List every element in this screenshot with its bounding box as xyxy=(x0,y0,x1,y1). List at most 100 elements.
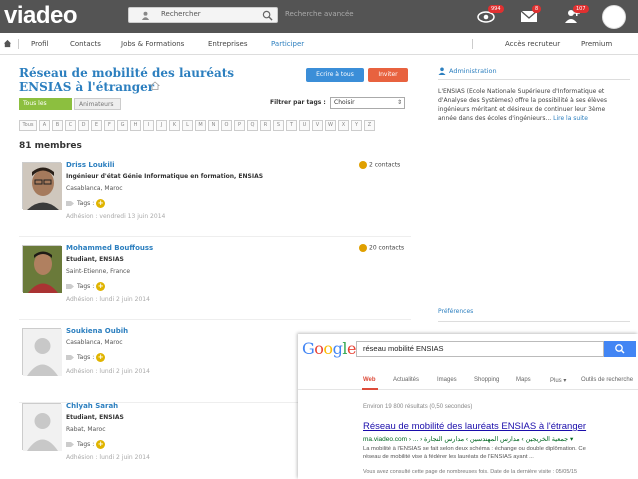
search-icon[interactable] xyxy=(262,10,273,21)
letter-filter-a[interactable]: A xyxy=(39,120,50,131)
read-more-link[interactable]: Lire la suite xyxy=(553,115,588,122)
google-tab-shopping[interactable]: Shopping xyxy=(474,377,499,383)
member-name[interactable]: Mohammed Bouffouss xyxy=(66,244,153,252)
google-search-input[interactable]: réseau mobilité ENSIAS xyxy=(356,341,604,357)
letter-filter-m[interactable]: M xyxy=(195,120,206,131)
letter-filter-t[interactable]: T xyxy=(286,120,297,131)
google-search-button[interactable] xyxy=(604,341,636,357)
letter-filter-z[interactable]: Z xyxy=(364,120,375,131)
tab-all-members[interactable]: Tous les membres xyxy=(19,98,72,119)
admin-link[interactable]: Administration xyxy=(438,67,497,75)
preferences-link[interactable]: Préférences xyxy=(438,308,473,315)
google-tab-web[interactable]: Web xyxy=(363,377,376,383)
nav-jobs[interactable]: Jobs & Formations xyxy=(121,40,184,48)
tags-label: Tags : xyxy=(77,441,95,448)
tag-filter-select[interactable]: Choisir ⇕ xyxy=(330,97,405,109)
google-result-url[interactable]: ma.viadeo.com › ... › جمعية الخريجين › م… xyxy=(363,435,573,443)
tags-label: Tags : xyxy=(77,200,95,207)
tag-filter-value: Choisir xyxy=(334,99,355,106)
letter-filter-n[interactable]: N xyxy=(208,120,219,131)
letter-filter-g[interactable]: G xyxy=(117,120,128,131)
home-icon[interactable] xyxy=(3,39,12,48)
nav-entreprises[interactable]: Entreprises xyxy=(208,40,248,48)
member-location: Casablanca, Maroc xyxy=(66,339,123,346)
search-input[interactable]: Rechercher xyxy=(161,10,201,18)
member-location: Saint-Etienne, France xyxy=(66,268,131,275)
letter-filter-i[interactable]: I xyxy=(143,120,154,131)
nav-contacts[interactable]: Contacts xyxy=(70,40,101,48)
portrait-photo xyxy=(23,163,62,210)
invite-button[interactable]: Inviter xyxy=(368,68,408,82)
letter-filter-p[interactable]: P xyxy=(234,120,245,131)
member-photo[interactable] xyxy=(22,162,62,210)
google-result-title[interactable]: Réseau de mobilité des lauréats ENSIAS à… xyxy=(363,421,586,432)
google-tabs: Web Actualités Images Shopping Maps Plus… xyxy=(298,376,638,390)
letter-filter-f[interactable]: F xyxy=(104,120,115,131)
member-name[interactable]: Driss Loukili xyxy=(66,161,115,169)
contacts-count: 2 contacts xyxy=(369,161,401,169)
member-photo[interactable] xyxy=(22,328,62,376)
google-tab-news[interactable]: Actualités xyxy=(393,377,419,383)
nav-profil[interactable]: Profil xyxy=(31,40,48,48)
google-tab-more[interactable]: Plus ▾ xyxy=(550,377,566,384)
tag-icon xyxy=(66,201,74,206)
member-name[interactable]: Chlyah Sarah xyxy=(66,402,118,410)
search-box[interactable]: Rechercher xyxy=(128,7,278,23)
google-logo[interactable]: Google xyxy=(302,339,356,358)
member-row: Driss Loukili Ingénieur d'état Génie Inf… xyxy=(19,157,411,237)
member-photo[interactable] xyxy=(22,245,62,293)
filter-label: Filtrer par tags : xyxy=(270,99,326,106)
profile-avatar[interactable] xyxy=(602,5,626,29)
google-tab-images[interactable]: Images xyxy=(437,377,457,383)
letter-filter-r[interactable]: R xyxy=(260,120,271,131)
tags-label: Tags : xyxy=(77,354,95,361)
letter-filter-x[interactable]: X xyxy=(338,120,349,131)
tag-icon xyxy=(66,442,74,447)
add-tag-button[interactable]: + xyxy=(96,353,106,362)
page-title-line1: Réseau de mobilité des lauréats xyxy=(19,66,235,80)
write-all-button[interactable]: Ecrire à tous xyxy=(306,68,364,82)
user-icon xyxy=(141,11,150,20)
letter-filter-all[interactable]: Tous xyxy=(19,120,37,131)
contacts-icon xyxy=(359,161,367,169)
google-visit-note: Vous avez consulté cette page de nombreu… xyxy=(363,469,578,475)
member-location: Casablanca, Maroc xyxy=(66,185,123,192)
member-contacts[interactable]: 20 contacts xyxy=(359,244,404,252)
letter-filter-l[interactable]: L xyxy=(182,120,193,131)
advanced-search-link[interactable]: Recherche avancée xyxy=(285,10,354,18)
google-tab-maps[interactable]: Maps xyxy=(516,377,531,383)
letter-filter-b[interactable]: B xyxy=(52,120,63,131)
letter-filter-u[interactable]: U xyxy=(299,120,310,131)
member-contacts[interactable]: 2 contacts xyxy=(359,161,400,169)
letter-filter-y[interactable]: Y xyxy=(351,120,362,131)
letter-filter-w[interactable]: W xyxy=(325,120,336,131)
member-photo[interactable] xyxy=(22,403,62,451)
member-name[interactable]: Soukiena Oubih xyxy=(66,327,128,335)
letter-filter-o[interactable]: O xyxy=(221,120,232,131)
portrait-photo xyxy=(23,246,62,293)
add-tag-button[interactable]: + xyxy=(96,282,106,291)
snippet-line-2: réseau de mobilité vise à fédérer les la… xyxy=(363,454,534,460)
member-tags: Tags : + xyxy=(66,353,106,362)
letter-filter-k[interactable]: K xyxy=(169,120,180,131)
nav-premium[interactable]: Premium xyxy=(581,40,612,48)
add-tag-button[interactable]: + xyxy=(96,199,106,208)
add-tag-button[interactable]: + xyxy=(96,440,106,449)
letter-filter-s[interactable]: S xyxy=(273,120,284,131)
letter-filter-j[interactable]: J xyxy=(156,120,167,131)
letter-filter-q[interactable]: Q xyxy=(247,120,258,131)
tag-icon xyxy=(66,284,74,289)
letter-filter-c[interactable]: C xyxy=(65,120,76,131)
tag-icon xyxy=(66,355,74,360)
nav-participer[interactable]: Participer xyxy=(271,40,304,48)
tab-animators[interactable]: Animateurs xyxy=(74,98,121,110)
member-tags: Tags : + xyxy=(66,199,106,208)
letter-filter-h[interactable]: H xyxy=(130,120,141,131)
nav-recruiter[interactable]: Accès recruteur xyxy=(505,40,560,48)
letter-filter-e[interactable]: E xyxy=(91,120,102,131)
google-tab-tools[interactable]: Outils de recherche xyxy=(581,377,633,383)
viadeo-logo[interactable]: viadeo xyxy=(4,2,78,30)
letter-filter-d[interactable]: D xyxy=(78,120,89,131)
letter-filter-v[interactable]: V xyxy=(312,120,323,131)
member-title: Etudiant, ENSIAS xyxy=(66,256,124,263)
